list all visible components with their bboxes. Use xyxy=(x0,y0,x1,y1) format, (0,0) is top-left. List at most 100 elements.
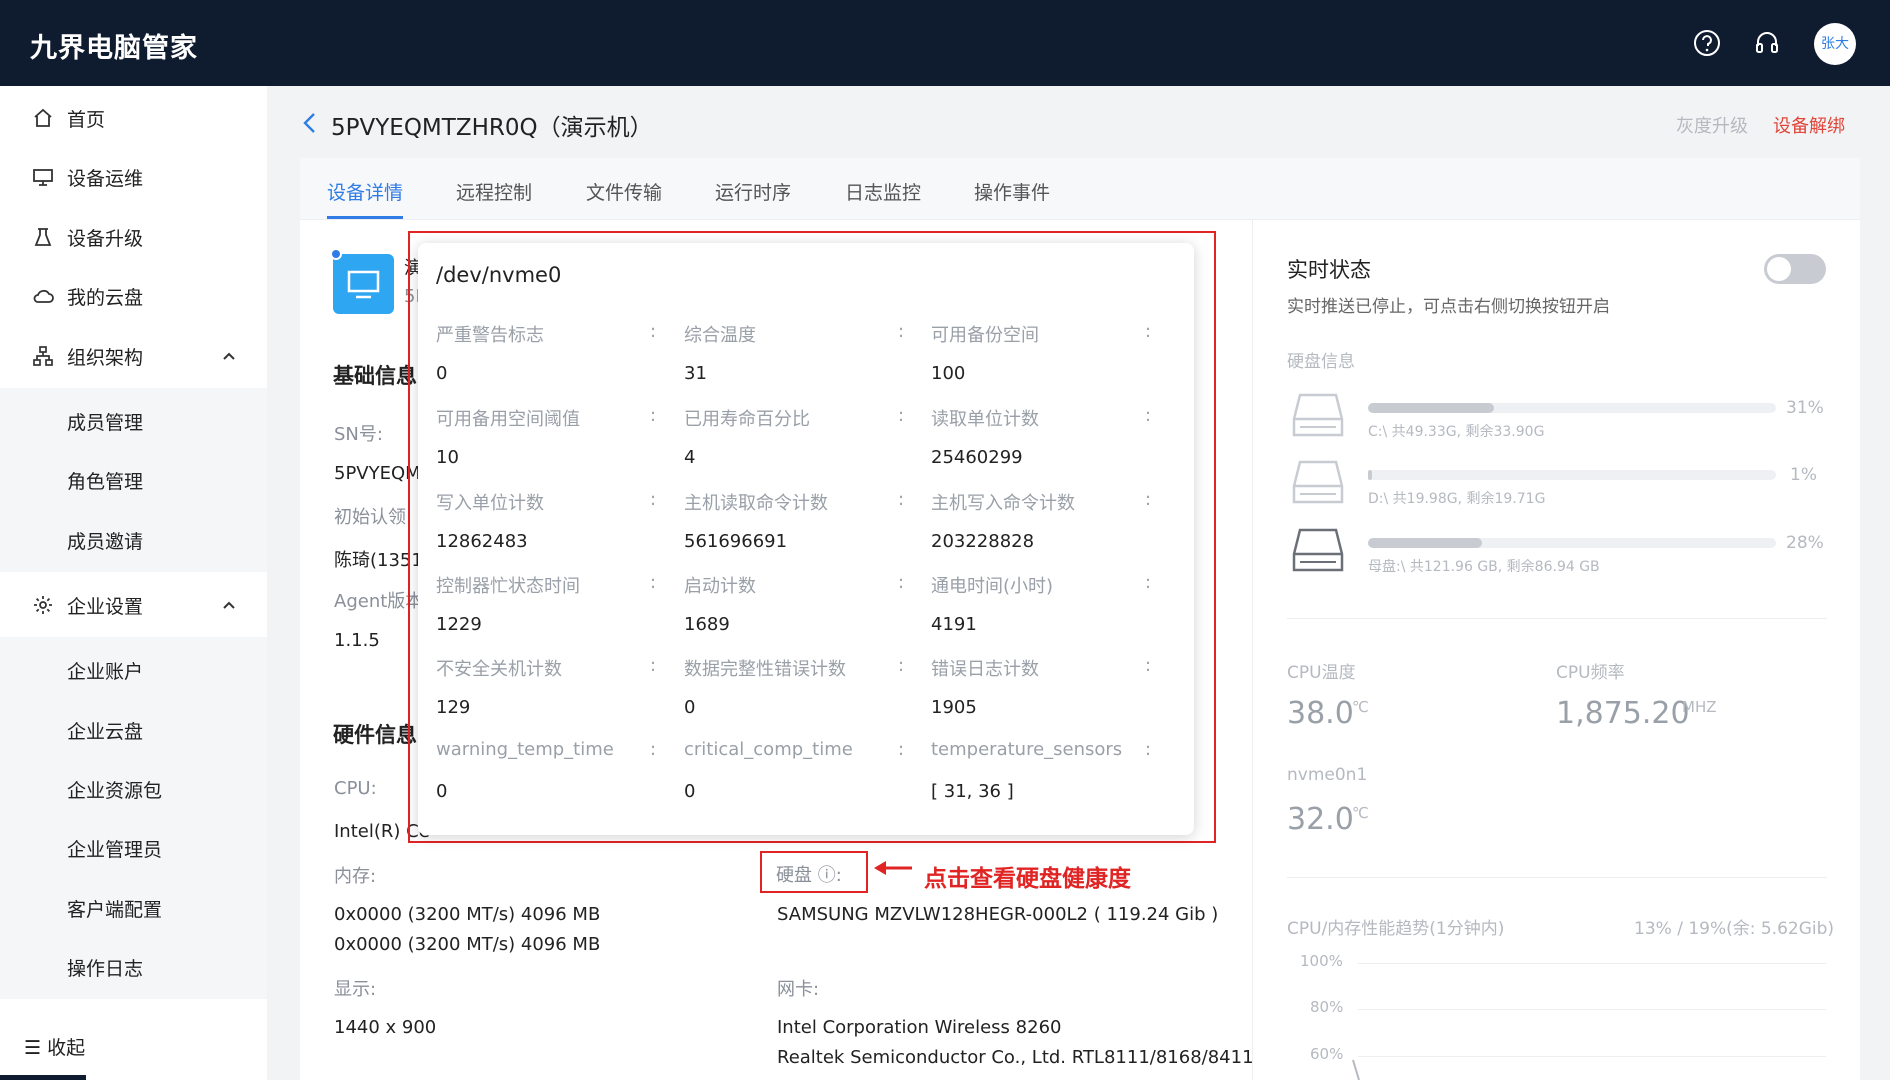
smart-field-value: 100 xyxy=(931,363,966,384)
collapse-button[interactable]: ☰ 收起 xyxy=(24,1033,85,1060)
nic-label: 网卡: xyxy=(777,979,820,1000)
smart-field-value: [ 31, 36 ] xyxy=(931,781,1014,802)
help-icon[interactable] xyxy=(1692,28,1722,58)
back-arrow-icon[interactable] xyxy=(300,111,320,135)
panel-divider xyxy=(1252,220,1253,1080)
sidebar-item-label: 企业设置 xyxy=(67,596,144,618)
axis-label-100: 100% xyxy=(1300,952,1343,970)
disk-usage-bar xyxy=(1368,470,1776,480)
sidebar-item-org[interactable]: 组织架构 xyxy=(0,327,267,385)
tab-remote-control[interactable]: 远程控制 xyxy=(456,178,532,205)
chevron-up-icon[interactable] xyxy=(220,347,238,365)
sidebar-item-ent-resources[interactable]: 企业资源包 xyxy=(0,759,267,817)
smart-field-value: 1689 xyxy=(684,614,730,635)
nvme-temp-unit: ℃ xyxy=(1352,804,1369,822)
disk-usage-bar xyxy=(1368,538,1776,548)
smart-field-label: 可用备用空间阈值 xyxy=(436,409,580,430)
tab-device-detail[interactable]: 设备详情 xyxy=(327,178,403,205)
disk-usage-fill xyxy=(1368,538,1483,548)
headset-icon[interactable] xyxy=(1752,28,1782,58)
basic-info-title: 基础信息 xyxy=(333,364,417,388)
smart-field-value: 1905 xyxy=(931,697,977,718)
disk-usage-text: 母盘:\ 共121.96 GB, 剩余86.94 GB xyxy=(1368,559,1600,575)
tab-run-timeline[interactable]: 运行时序 xyxy=(715,178,791,205)
smart-field-label: 启动计数 xyxy=(684,576,756,597)
tab-op-events[interactable]: 操作事件 xyxy=(974,178,1050,205)
display-value: 1440 x 900 xyxy=(334,1017,437,1038)
sidebar-item-enterprise-settings[interactable]: 企业设置 xyxy=(0,576,267,634)
sidebar-item-label: 我的云盘 xyxy=(67,287,144,309)
sidebar-item-ent-cloud[interactable]: 企业云盘 xyxy=(0,700,267,758)
gray-upgrade-button[interactable]: 灰度升级 xyxy=(1676,112,1748,138)
sidebar-item-ent-admins[interactable]: 企业管理员 xyxy=(0,818,267,876)
smart-field-value: 10 xyxy=(436,447,459,468)
smart-field-value: 0 xyxy=(436,363,448,384)
page-title: 5PVYEQMTZHR0Q（演示机） xyxy=(331,115,653,141)
field-separator: : xyxy=(650,405,657,426)
field-separator: : xyxy=(1145,321,1152,342)
field-separator: : xyxy=(898,489,905,510)
sidebar-item-roles[interactable]: 角色管理 xyxy=(0,450,267,508)
annotation-text: 点击查看硬盘健康度 xyxy=(924,866,1131,892)
memory-value-2: 0x0000 (3200 MT/s) 4096 MB xyxy=(334,934,601,955)
unbind-button[interactable]: 设备解绑 xyxy=(1773,112,1845,138)
trend-label: CPU/内存性能趋势(1分钟内) xyxy=(1287,919,1505,939)
disk-usage-fill xyxy=(1368,403,1495,413)
smart-field-label: 控制器忙状态时间 xyxy=(436,576,580,597)
field-separator: : xyxy=(650,489,657,510)
smart-field-label: 主机写入命令计数 xyxy=(931,493,1075,514)
grid-line xyxy=(1358,1056,1826,1057)
smart-field-value: 12862483 xyxy=(436,531,528,552)
disk-info-trigger[interactable]: 硬盘 ⓘ: xyxy=(776,861,842,887)
sidebar-item-label: 设备升级 xyxy=(67,228,144,250)
cpu-freq-unit: MHZ xyxy=(1682,698,1717,716)
device-avatar xyxy=(333,254,394,314)
initial-claim-label: 初始认领 xyxy=(334,507,406,528)
tab-active-underline xyxy=(327,216,403,219)
disk-usage-percent: 28% xyxy=(1786,533,1824,553)
user-avatar[interactable]: 张大 xyxy=(1814,23,1856,65)
cpu-label: CPU: xyxy=(334,778,377,799)
sidebar-item-op-log[interactable]: 操作日志 xyxy=(0,937,267,995)
disk-usage-percent: 1% xyxy=(1790,465,1817,485)
monitor-icon xyxy=(33,169,53,186)
cloud-icon xyxy=(33,289,54,303)
sidebar-item-invite[interactable]: 成员邀请 xyxy=(0,510,267,568)
smart-field-label: 主机读取命令计数 xyxy=(684,493,828,514)
monitor-icon xyxy=(347,270,380,299)
org-chart-icon xyxy=(33,346,53,366)
disk-value: SAMSUNG MZVLW128HEGR-000L2 ( 119.24 Gib … xyxy=(777,904,1219,925)
hardware-info-title: 硬件信息 xyxy=(333,723,417,747)
smart-field-label: 不安全关机计数 xyxy=(436,659,562,680)
tab-file-transfer[interactable]: 文件传输 xyxy=(586,178,662,205)
smart-field-label: 写入单位计数 xyxy=(436,493,544,514)
trend-value: 13% / 19%(余: 5.62Gib) xyxy=(1634,919,1835,939)
sidebar-item-device-ops[interactable]: 设备运维 xyxy=(0,148,267,206)
sidebar-item-members[interactable]: 成员管理 xyxy=(0,391,267,449)
enterprise-subnav: 企业账户 企业云盘 企业资源包 企业管理员 客户端配置 操作日志 xyxy=(0,637,267,999)
field-separator: : xyxy=(898,321,905,342)
smart-field-value: 31 xyxy=(684,363,707,384)
smart-field-label: 错误日志计数 xyxy=(931,659,1039,680)
sidebar-item-ent-account[interactable]: 企业账户 xyxy=(0,640,267,698)
sidebar-item-device-upgrade[interactable]: 设备升级 xyxy=(0,208,267,266)
sidebar-item-client-config[interactable]: 客户端配置 xyxy=(0,878,267,936)
rp-divider xyxy=(1287,618,1827,619)
chevron-up-icon[interactable] xyxy=(220,596,238,614)
tab-bar: 设备详情 远程控制 文件传输 运行时序 日志监控 操作事件 xyxy=(300,158,1860,220)
cpu-temp-label: CPU温度 xyxy=(1287,663,1356,683)
smart-field-label: temperature_sensors xyxy=(931,739,1123,760)
field-separator: : xyxy=(650,321,657,342)
disk-usage-fill xyxy=(1368,470,1373,480)
sidebar-item-my-cloud[interactable]: 我的云盘 xyxy=(0,267,267,325)
nic-value-2: Realtek Semiconductor Co., Ltd. RTL8111/… xyxy=(777,1047,1254,1068)
tab-log-monitor[interactable]: 日志监控 xyxy=(845,178,921,205)
smart-field-value: 561696691 xyxy=(684,531,788,552)
sn-label: SN号: xyxy=(334,424,383,445)
field-separator: : xyxy=(1145,405,1152,426)
gear-icon xyxy=(34,596,52,614)
sidebar-item-home[interactable]: 首页 xyxy=(0,89,267,147)
home-icon xyxy=(34,108,52,127)
realtime-title: 实时状态 xyxy=(1287,258,1371,282)
online-status-dot xyxy=(330,248,342,260)
